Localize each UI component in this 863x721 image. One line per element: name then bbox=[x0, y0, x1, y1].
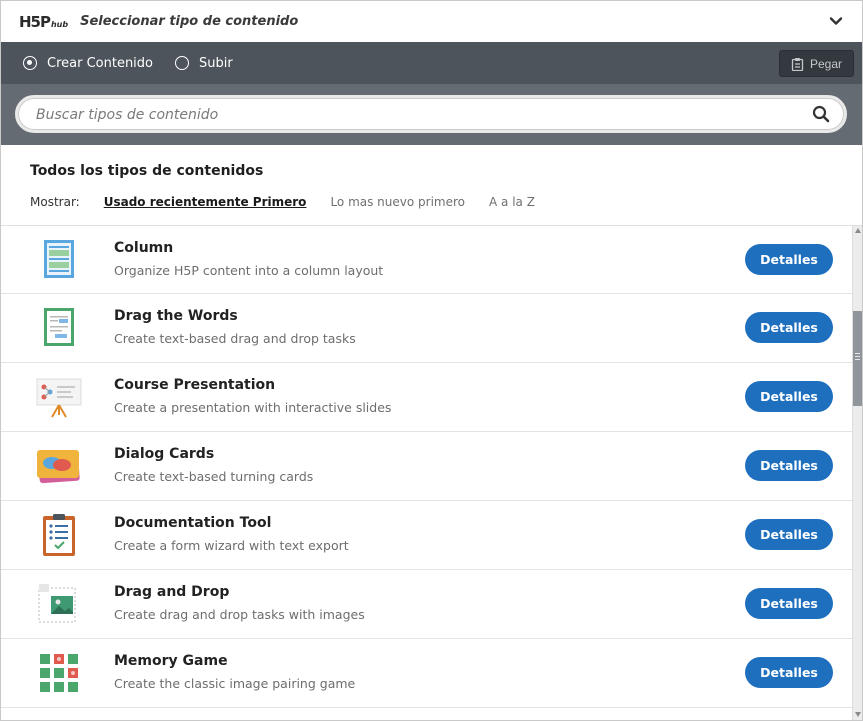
grip-icon bbox=[855, 353, 860, 354]
item-description: Create drag and drop tasks with images bbox=[114, 607, 365, 622]
radio-selected-icon bbox=[23, 56, 37, 70]
details-button[interactable]: Detalles bbox=[745, 244, 833, 275]
details-button[interactable]: Detalles bbox=[745, 588, 833, 619]
sort-recent-link[interactable]: Usado recientemente Primero bbox=[104, 195, 307, 209]
list-item[interactable]: Dialog Cards Create text-based turning c… bbox=[1, 432, 852, 501]
item-description: Create a form wizard with text export bbox=[114, 538, 349, 553]
paste-label: Pegar bbox=[809, 56, 843, 71]
memory-grid-icon bbox=[40, 654, 78, 692]
item-description: Create text-based turning cards bbox=[114, 469, 314, 484]
content-type-list: Column Organize H5P content into a colum… bbox=[1, 226, 852, 720]
scroll-thumb[interactable] bbox=[853, 311, 862, 406]
item-description: Organize H5P content into a column layou… bbox=[114, 263, 384, 278]
tab-upload[interactable]: Subir bbox=[175, 56, 233, 71]
item-title: Course Presentation bbox=[114, 377, 276, 393]
sort-az-link[interactable]: A a la Z bbox=[489, 195, 535, 209]
sort-newest-link[interactable]: Lo mas nuevo primero bbox=[330, 195, 465, 209]
filters-panel: Todos los tipos de contenidos Mostrar: U… bbox=[1, 145, 862, 226]
search-box[interactable] bbox=[15, 95, 847, 133]
presentation-icon bbox=[36, 378, 82, 418]
list-item[interactable]: Memory Game Create the classic image pai… bbox=[1, 639, 852, 708]
filters-title: Todos los tipos de contenidos bbox=[30, 163, 264, 179]
item-title: Dialog Cards bbox=[114, 446, 215, 462]
list-item[interactable]: Course Presentation Create a presentatio… bbox=[1, 363, 852, 432]
list-item[interactable]: Column Organize H5P content into a colum… bbox=[1, 226, 852, 294]
tab-create-content[interactable]: Crear Contenido bbox=[23, 56, 153, 71]
logo-sub-text: hub bbox=[50, 19, 69, 29]
column-icon bbox=[44, 240, 74, 278]
item-description: Create a presentation with interactive s… bbox=[114, 400, 392, 415]
item-description: Create text-based drag and drop tasks bbox=[114, 331, 356, 346]
details-button[interactable]: Detalles bbox=[745, 519, 833, 550]
show-label: Mostrar: bbox=[30, 195, 80, 209]
logo-main-text: H5P bbox=[19, 12, 51, 31]
list-item[interactable]: Drag and Drop Create drag and drop tasks… bbox=[1, 570, 852, 639]
tab-create-label: Crear Contenido bbox=[47, 55, 153, 71]
search-icon[interactable] bbox=[812, 105, 830, 123]
paste-button[interactable]: Pegar bbox=[779, 50, 854, 77]
content-type-hub: H5P hub Seleccionar tipo de contenido Cr… bbox=[0, 0, 863, 721]
list-scrollbar[interactable] bbox=[852, 226, 862, 720]
item-title: Column bbox=[114, 240, 174, 256]
list-item[interactable]: Drag the Words Create text-based drag an… bbox=[1, 294, 852, 363]
list-item[interactable]: Documentation Tool Create a form wizard … bbox=[1, 501, 852, 570]
drag-words-icon bbox=[44, 308, 74, 346]
clipboard-paste-icon bbox=[791, 57, 804, 71]
clipboard-icon bbox=[43, 514, 75, 556]
details-button[interactable]: Detalles bbox=[745, 657, 833, 688]
item-title: Drag and Drop bbox=[114, 584, 230, 600]
header-title: Seleccionar tipo de contenido bbox=[80, 14, 299, 29]
tab-upload-label: Subir bbox=[199, 55, 233, 71]
dialog-cards-icon bbox=[37, 450, 80, 484]
item-title: Memory Game bbox=[114, 653, 228, 669]
item-description: Create the classic image pairing game bbox=[114, 676, 356, 691]
scroll-down-arrow-icon[interactable] bbox=[855, 712, 861, 717]
radio-unselected-icon bbox=[175, 56, 189, 70]
search-input[interactable] bbox=[36, 104, 796, 126]
scroll-up-arrow-icon[interactable] bbox=[855, 228, 861, 233]
tabs-bar: Crear Contenido Subir Pegar bbox=[1, 42, 862, 84]
search-bar bbox=[1, 84, 862, 145]
details-button[interactable]: Detalles bbox=[745, 312, 833, 343]
item-title: Documentation Tool bbox=[114, 515, 272, 531]
chevron-down-icon[interactable] bbox=[828, 13, 844, 29]
h5p-logo: H5P hub bbox=[19, 13, 68, 31]
details-button[interactable]: Detalles bbox=[745, 450, 833, 481]
sort-options: Mostrar: Usado recientemente Primero Lo … bbox=[30, 195, 559, 209]
hub-header[interactable]: H5P hub Seleccionar tipo de contenido bbox=[1, 1, 862, 42]
item-title: Drag the Words bbox=[114, 308, 238, 324]
details-button[interactable]: Detalles bbox=[745, 381, 833, 412]
drag-drop-icon bbox=[38, 584, 76, 623]
